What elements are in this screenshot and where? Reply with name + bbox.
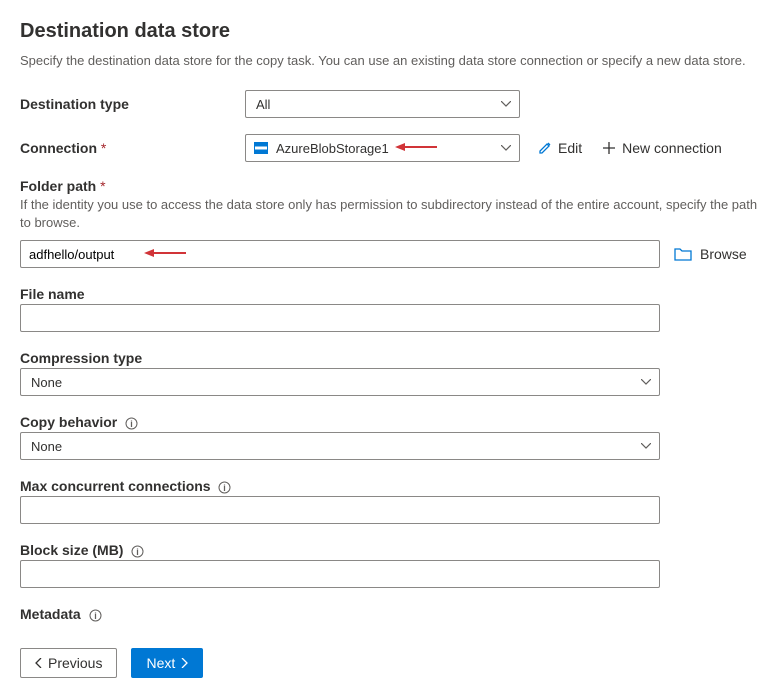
chevron-left-icon [35, 658, 42, 668]
previous-label: Previous [48, 655, 102, 671]
copy-behavior-label: Copy behavior i [20, 414, 760, 430]
pencil-icon [538, 141, 552, 155]
edit-label: Edit [558, 140, 582, 156]
chevron-down-icon [641, 379, 651, 385]
destination-type-value: All [256, 97, 270, 112]
destination-type-label: Destination type [20, 96, 245, 112]
chevron-down-icon [641, 443, 651, 449]
chevron-right-icon [181, 658, 188, 668]
info-icon[interactable]: i [218, 481, 231, 494]
copy-behavior-value: None [31, 439, 62, 454]
chevron-down-icon [501, 101, 511, 107]
svg-text:i: i [224, 483, 227, 493]
previous-button[interactable]: Previous [20, 648, 117, 678]
svg-text:i: i [137, 547, 140, 557]
file-name-label: File name [20, 286, 760, 302]
max-concurrent-label: Max concurrent connections i [20, 478, 760, 494]
file-name-input[interactable] [20, 304, 660, 332]
page-subtitle: Specify the destination data store for t… [20, 53, 760, 68]
info-icon[interactable]: i [125, 417, 138, 430]
new-connection-label: New connection [622, 140, 722, 156]
connection-value: AzureBlobStorage1 [276, 141, 389, 156]
block-size-input[interactable] [20, 560, 660, 588]
plus-icon [602, 141, 616, 155]
edit-button[interactable]: Edit [538, 140, 582, 156]
block-size-label: Block size (MB) i [20, 542, 760, 558]
compression-type-select[interactable]: None [20, 368, 660, 396]
chevron-down-icon [501, 145, 511, 151]
annotation-arrow-icon [144, 246, 186, 262]
storage-icon [254, 142, 268, 154]
folder-path-label: Folder path * [20, 178, 760, 194]
info-icon[interactable]: i [131, 545, 144, 558]
new-connection-button[interactable]: New connection [602, 140, 722, 156]
metadata-label: Metadata i [20, 606, 760, 622]
page-title: Destination data store [20, 20, 760, 43]
next-label: Next [146, 655, 175, 671]
info-icon[interactable]: i [89, 609, 102, 622]
browse-button[interactable]: Browse [674, 246, 747, 262]
folder-path-input[interactable] [20, 240, 660, 268]
folder-icon [674, 247, 692, 261]
copy-behavior-select[interactable]: None [20, 432, 660, 460]
browse-label: Browse [700, 246, 747, 262]
compression-type-value: None [31, 375, 62, 390]
annotation-arrow-icon [395, 141, 437, 156]
connection-label: Connection * [20, 140, 245, 156]
svg-text:i: i [94, 611, 97, 621]
destination-type-select[interactable]: All [245, 90, 520, 118]
folder-path-help: If the identity you use to access the da… [20, 196, 760, 232]
max-concurrent-input[interactable] [20, 496, 660, 524]
svg-text:i: i [130, 419, 133, 429]
next-button[interactable]: Next [131, 648, 203, 678]
connection-select[interactable]: AzureBlobStorage1 [245, 134, 520, 162]
compression-type-label: Compression type [20, 350, 760, 366]
